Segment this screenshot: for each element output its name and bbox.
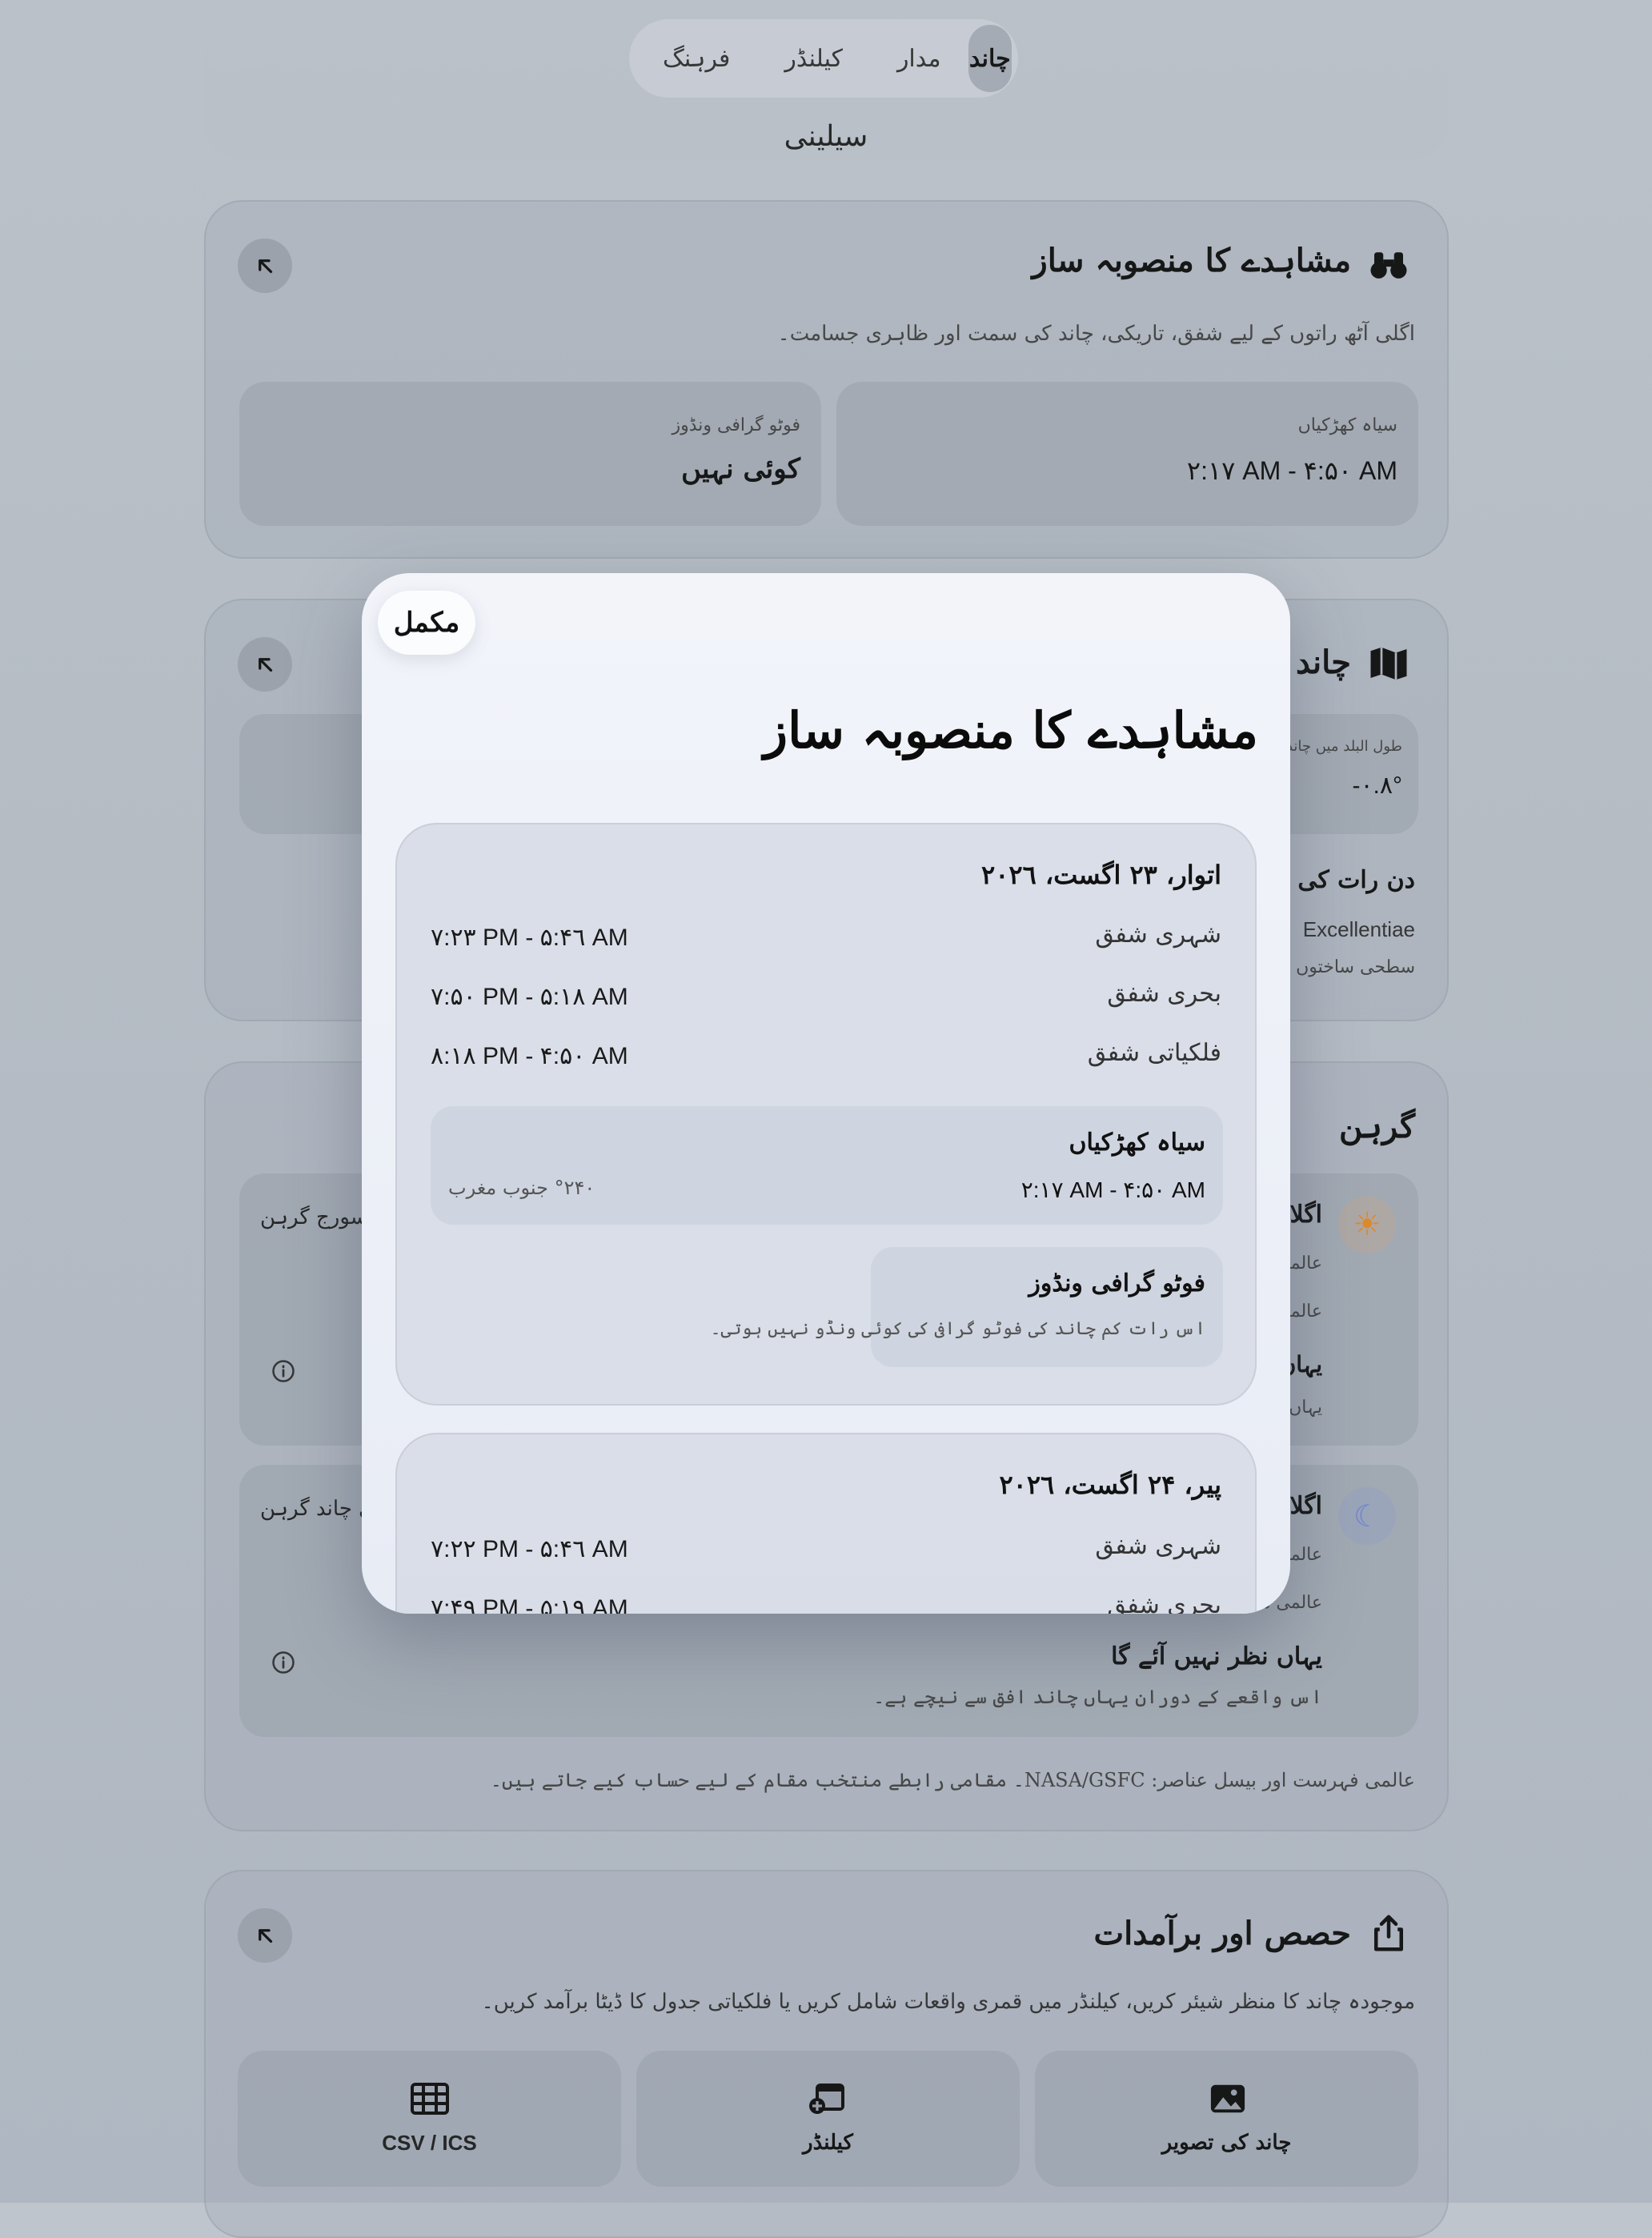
civil-twilight-label: شہری شفق bbox=[1095, 920, 1221, 949]
photo-window-panel: فوٹو گرافی ونڈوز اس رات کم چاند کی فوٹو … bbox=[711, 1247, 1223, 1367]
dark-window-direction: ٢۴٠° جنوب مغرب bbox=[448, 1177, 595, 1199]
civil-twilight-label: شہری شفق bbox=[1095, 1532, 1221, 1560]
photo-window-title: فوٹو گرافی ونڈوز bbox=[1028, 1269, 1205, 1297]
nautical-twilight-value: ٧:۴٩ PM - ۵:١٩ AM bbox=[431, 1595, 628, 1614]
night-date: پیر، ٢۴ اگست، ٢٠٢٦ bbox=[999, 1470, 1221, 1500]
nautical-twilight-label: بحری شفق bbox=[1107, 1591, 1221, 1614]
done-button[interactable]: مکمل bbox=[378, 591, 475, 655]
civil-twilight-value: ٧:٢٢ PM - ۵:۴٦ AM bbox=[431, 1536, 628, 1562]
night-card: پیر، ٢۴ اگست، ٢٠٢٦ شہری شفق ٧:٢٢ PM - ۵:… bbox=[395, 1433, 1257, 1614]
night-card: اتوار، ٢٣ اگست، ٢٠٢٦ شہری شفق ٧:٢٣ PM - … bbox=[395, 823, 1257, 1406]
civil-twilight-value: ٧:٢٣ PM - ۵:۴٦ AM bbox=[431, 924, 628, 951]
nautical-twilight-value: ٧:۵٠ PM - ۵:١٨ AM bbox=[431, 984, 628, 1010]
nautical-twilight-label: بحری شفق bbox=[1107, 980, 1221, 1008]
astronomical-twilight-value: ٨:١٨ PM - ۴:۵٠ AM bbox=[431, 1043, 628, 1069]
dark-window-title: سیاہ کھڑکیاں bbox=[1069, 1129, 1205, 1157]
photo-window-note: اس رات کم چاند کی فوٹو گرافی کی کوئی ونڈ… bbox=[710, 1319, 1205, 1339]
modal-title: مشاہدے کا منصوبہ ساز bbox=[764, 701, 1258, 760]
dark-window-time: ٢:١٧ AM - ۴:۵٠ AM bbox=[1020, 1177, 1205, 1202]
night-date: اتوار، ٢٣ اگست، ٢٠٢٦ bbox=[981, 860, 1221, 890]
dark-window-panel: سیاہ کھڑکیاں ٢:١٧ AM - ۴:۵٠ AM ٢۴٠° جنوب… bbox=[431, 1106, 1223, 1225]
planner-modal: مکمل مشاہدے کا منصوبہ ساز اتوار، ٢٣ اگست… bbox=[362, 573, 1290, 1614]
astronomical-twilight-label: فلکیاتی شفق bbox=[1087, 1039, 1221, 1067]
